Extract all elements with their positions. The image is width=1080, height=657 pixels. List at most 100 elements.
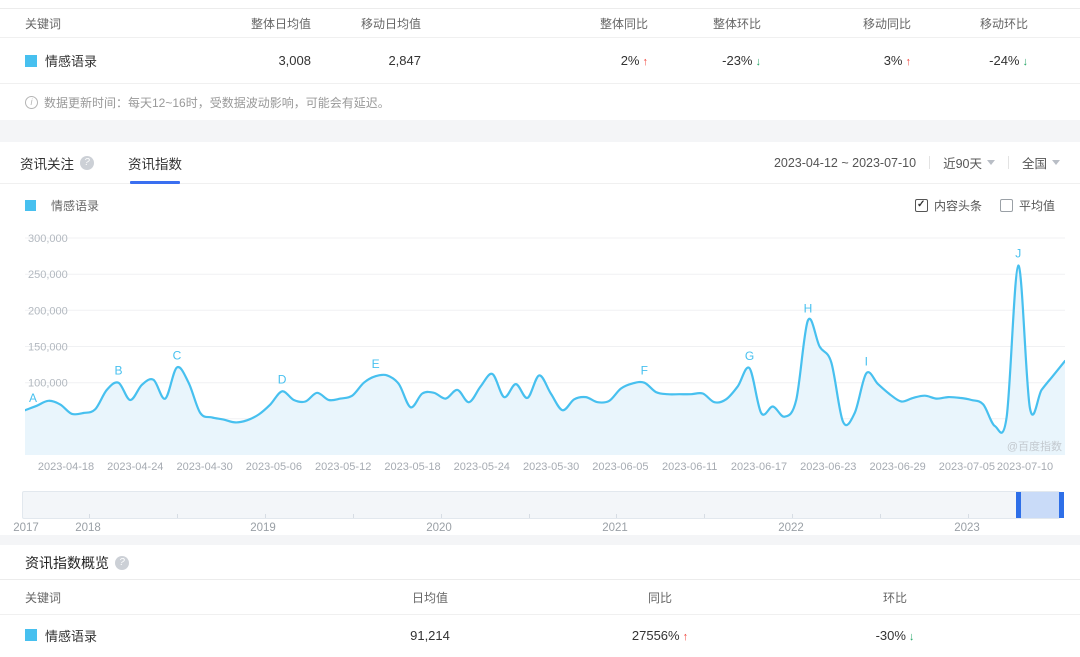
x-axis-tick-label: 2023-05-30	[523, 461, 579, 473]
mobile-mom-value: -24%	[989, 53, 1019, 68]
overall-mom-value: -23%	[722, 53, 752, 68]
yoy-cell: 27556%	[490, 628, 830, 643]
info-icon	[25, 96, 38, 109]
chart-options: 内容头条 平均值	[915, 197, 1055, 214]
overview-title-text: 资讯指数概览	[25, 553, 109, 573]
overall-mom-cell: -23%	[650, 53, 763, 68]
timeline-slider-track[interactable]	[22, 491, 1060, 519]
column-header-overall-yoy: 整体同比	[423, 15, 650, 32]
mobile-yoy-value: 3%	[884, 53, 903, 68]
column-header-keyword: 关键词	[0, 15, 185, 32]
timeline-tick	[441, 514, 442, 518]
x-axis-tick-label: 2023-04-30	[176, 461, 232, 473]
timeline-tick	[880, 514, 881, 518]
timeline-tick	[968, 514, 969, 518]
y-axis-tick-label: 200,000	[28, 305, 68, 317]
peak-annotation-label: I	[865, 354, 868, 368]
x-axis-tick-label: 2023-05-06	[246, 461, 302, 473]
x-axis-tick-label: 2023-04-18	[38, 461, 94, 473]
peak-annotation-label: C	[173, 349, 182, 363]
column-header-yoy: 同比	[490, 589, 830, 606]
legend-row: 情感语录 内容头条 平均值	[0, 196, 1080, 214]
timeline-year-labels: 2017201820192020202120222023	[22, 519, 1060, 535]
trend-arrow-icon	[1023, 56, 1029, 68]
trend-arrow-icon	[643, 56, 649, 68]
mobile-daily-avg-value: 2,847	[313, 53, 423, 68]
peak-annotation-label: A	[29, 391, 37, 405]
peak-annotation-label: J	[1015, 247, 1021, 261]
region-dropdown[interactable]: 全国	[1022, 153, 1060, 172]
timeline-tick	[616, 514, 617, 518]
checkbox-content-headlines[interactable]: 内容头条	[915, 197, 982, 214]
period-dropdown-value: 近90天	[943, 153, 982, 172]
trend-tabs-row: 资讯关注 资讯指数 2023-04-12 ~ 2023-07-10 近90天 全…	[0, 142, 1080, 184]
chart-controls: 2023-04-12 ~ 2023-07-10 近90天 全国	[774, 153, 1060, 172]
overview-table-row: 情感语录 91,214 27556% -30%	[0, 615, 1080, 655]
timeline-slider-selection[interactable]	[1016, 492, 1064, 518]
x-axis-tick-label: 2023-04-24	[107, 461, 163, 473]
index-overview-card: 资讯指数概览 关键词 日均值 同比 环比 情感语录 91,214 27556% …	[0, 545, 1080, 655]
keyword-cell[interactable]: 情感语录	[0, 626, 370, 645]
overview-table-header-row: 关键词 日均值 同比 环比	[0, 579, 1080, 615]
watermark: @百度指数	[1007, 439, 1062, 453]
mom-value: -30%	[876, 628, 906, 643]
summary-table-row: 情感语录 3,008 2,847 2% -23% 3% -24%	[0, 38, 1080, 84]
timeline-tick	[792, 514, 793, 518]
keyword-label: 情感语录	[45, 51, 97, 70]
peak-annotation-label: F	[641, 364, 648, 378]
column-header-mobile-daily-avg: 移动日均值	[313, 15, 423, 32]
summary-table-header-row: 关键词 整体日均值 移动日均值 整体同比 整体环比 移动同比 移动环比	[0, 8, 1080, 38]
y-axis-tick-label: 300,000	[28, 233, 68, 245]
timeline-tick	[265, 514, 266, 518]
trend-line-chart[interactable]: 50,000100,000150,000200,000250,000300,00…	[25, 230, 1065, 455]
peak-annotation-label: B	[114, 364, 122, 378]
keyword-summary-card: 关键词 整体日均值 移动日均值 整体同比 整体环比 移动同比 移动环比 情感语录…	[0, 0, 1080, 120]
daily-avg-value: 91,214	[370, 628, 490, 643]
checkbox-label: 平均值	[1019, 197, 1055, 214]
overall-daily-avg-value: 3,008	[185, 53, 313, 68]
trend-arrow-icon	[909, 631, 915, 643]
mobile-mom-cell: -24%	[913, 53, 1030, 68]
section-divider	[0, 120, 1080, 142]
help-icon[interactable]	[115, 556, 129, 570]
yoy-value: 27556%	[632, 628, 680, 643]
checkbox-icon	[1000, 199, 1013, 212]
x-axis-tick-label: 2023-05-24	[454, 461, 510, 473]
keyword-cell[interactable]: 情感语录	[0, 51, 185, 70]
timeline-year-label: 2019	[250, 522, 276, 534]
checkbox-average-line[interactable]: 平均值	[1000, 197, 1055, 214]
tab-news-index[interactable]: 资讯指数	[128, 142, 182, 184]
timeline-slider-area: 2017201820192020202120222023	[22, 491, 1060, 535]
tab-label: 资讯指数	[128, 153, 182, 173]
period-dropdown[interactable]: 近90天	[943, 153, 995, 172]
x-axis-tick-label: 2023-07-10	[997, 461, 1053, 473]
column-header-keyword: 关键词	[0, 589, 370, 606]
help-icon[interactable]	[80, 156, 94, 170]
keyword-label: 情感语录	[45, 626, 97, 645]
checkbox-label: 内容头条	[934, 197, 982, 214]
tab-news-attention[interactable]: 资讯关注	[20, 142, 94, 184]
keyword-color-swatch-icon	[25, 629, 37, 641]
timeline-year-label: 2022	[778, 522, 804, 534]
legend-keyword-label[interactable]: 情感语录	[51, 197, 99, 214]
timeline-tick	[177, 514, 178, 518]
peak-annotation-label: E	[372, 357, 380, 371]
x-axis-tick-label: 2023-07-05	[939, 461, 995, 473]
mom-cell: -30%	[830, 628, 960, 643]
column-header-overall-mom: 整体环比	[650, 15, 763, 32]
peak-annotation-label: G	[745, 349, 754, 363]
section-divider	[0, 535, 1080, 545]
chevron-down-icon	[1052, 160, 1060, 165]
x-axis-tick-label: 2023-06-11	[662, 461, 717, 473]
trend-arrow-icon	[906, 56, 912, 68]
overall-yoy-value: 2%	[621, 53, 640, 68]
tab-label: 资讯关注	[20, 153, 74, 173]
column-header-overall-daily-avg: 整体日均值	[185, 15, 313, 32]
data-update-note: 数据更新时间：每天12~16时，受数据波动影响，可能会有延迟。	[0, 84, 1080, 120]
column-header-daily-avg: 日均值	[370, 589, 490, 606]
timeline-tick	[89, 514, 90, 518]
y-axis-tick-label: 250,000	[28, 269, 68, 281]
keyword-color-swatch-icon	[25, 55, 37, 67]
timeline-year-label: 2020	[426, 522, 452, 534]
date-range-display[interactable]: 2023-04-12 ~ 2023-07-10	[774, 156, 916, 170]
